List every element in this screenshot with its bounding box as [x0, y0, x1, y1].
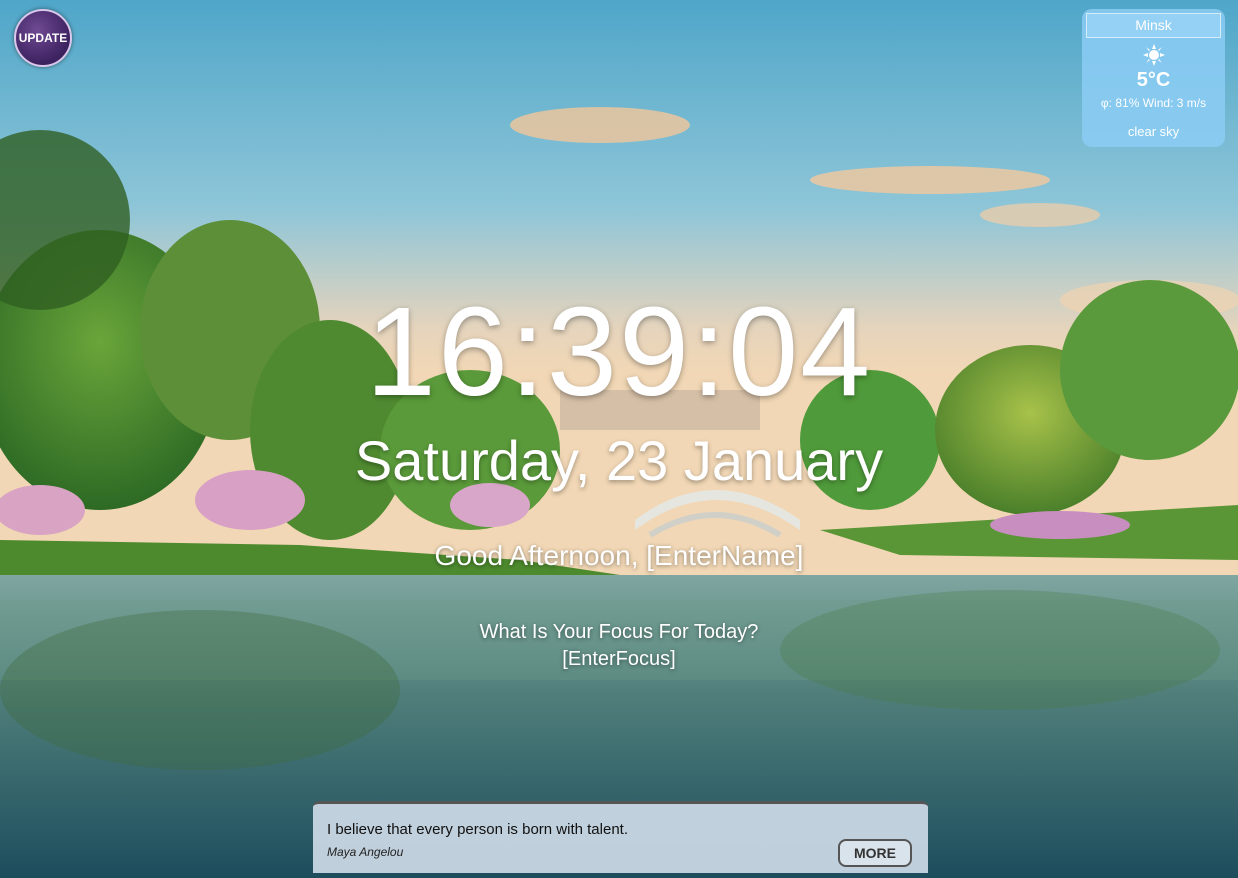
focus-field[interactable]: [EnterFocus]: [0, 647, 1238, 671]
weather-temperature: 5°C: [1136, 69, 1171, 91]
quote-author: Maya Angelou: [327, 845, 404, 859]
weather-description: clear sky: [1127, 124, 1180, 139]
wind-label: Wind:: [1142, 96, 1174, 110]
focus-question: What Is Your Focus For Today?: [479, 621, 759, 643]
sun-icon: [1142, 44, 1165, 66]
date-display: Saturday, 23 January: [354, 429, 884, 492]
greeting-prefix: Good Afternoon,: [434, 540, 639, 571]
update-button[interactable]: UPDATE: [14, 9, 72, 67]
more-button[interactable]: MORE: [838, 839, 912, 867]
wind-value: 3 m/s: [1176, 96, 1207, 110]
name-field[interactable]: [EnterName]: [646, 540, 803, 571]
greeting: Good Afternoon, [EnterName]: [0, 538, 1238, 574]
humidity-value: 81%: [1115, 96, 1140, 110]
weather-details: φ: 81% Wind: 3 m/s: [1082, 96, 1225, 110]
weather-widget: Minsk 5°C φ: 81% Wind: 3 m/s clear sky: [1082, 9, 1225, 147]
app-scene: UPDATE Minsk 5°C φ: 81% Wind: 3 m/s clea…: [0, 0, 1238, 878]
humidity-label: φ:: [1100, 96, 1113, 110]
clock-time: 16:39:04: [365, 281, 873, 422]
quote-text: I believe that every person is born with…: [327, 821, 628, 838]
weather-city[interactable]: Minsk: [1086, 13, 1221, 38]
quote-panel: I believe that every person is born with…: [313, 801, 928, 873]
